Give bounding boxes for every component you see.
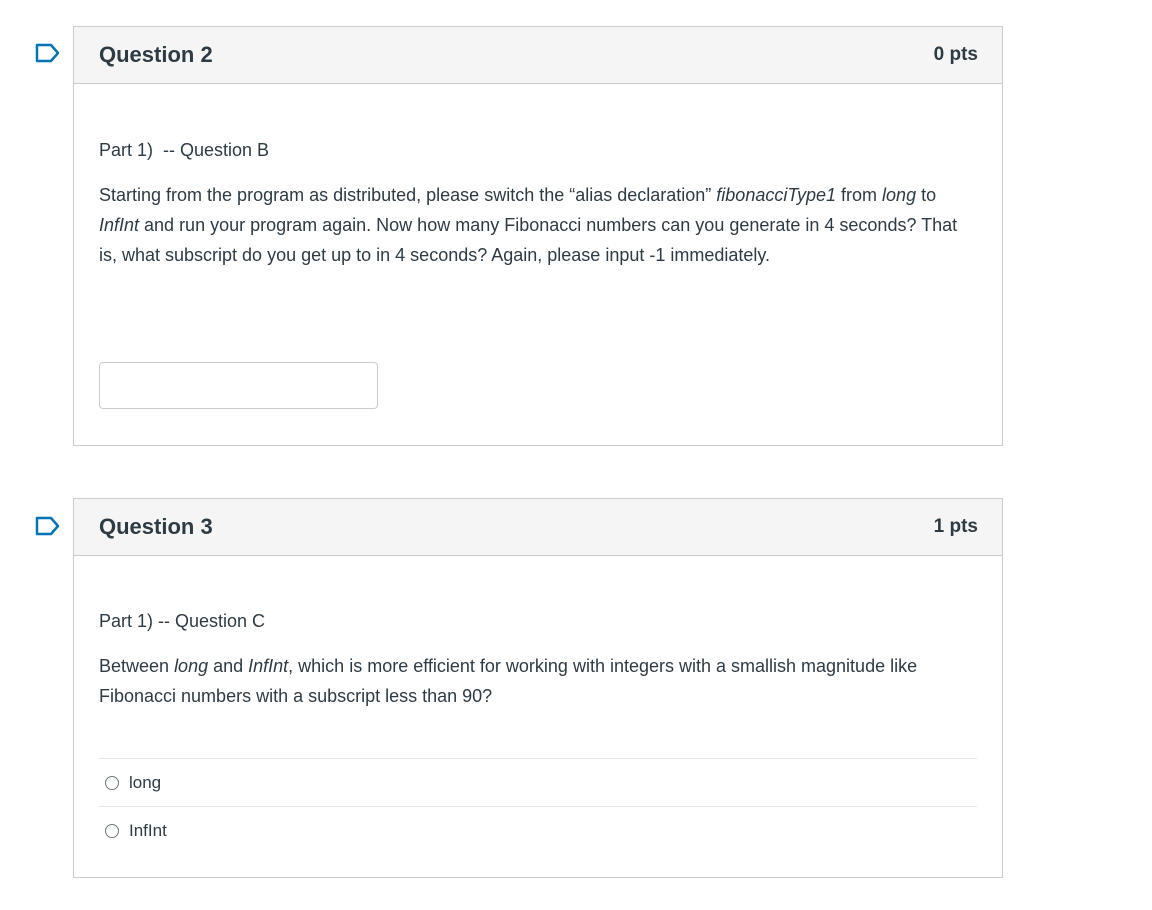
prompt-text: and [208,656,249,676]
answer-list: long InfInt [99,758,977,854]
prompt-text: Between [99,656,175,676]
prompt-emphasis: fibonacciType1 [716,185,837,205]
answer-option-infint[interactable]: InfInt [99,807,977,854]
prompt-emphasis: long [882,185,917,205]
prompt-text: from [836,185,883,205]
question-title: Question 3 [99,514,213,539]
numeric-answer-input[interactable] [99,362,378,409]
part-label: Part 1) -- Question C [99,611,266,631]
prompt-text: and run your program again. Now how many… [99,215,958,265]
flag-question-icon[interactable] [35,43,61,63]
radio-button-icon[interactable] [105,823,119,838]
question-title: Question 2 [99,42,213,67]
prompt-text: Starting from the program as distributed… [99,185,717,205]
part-label: Part 1) -- Question B [99,140,270,160]
prompt-emphasis: InfInt [99,215,140,235]
question-header: Question 2 0 pts [74,27,1002,84]
question-body: Part 1) -- Question C Between long and I… [74,556,1002,854]
answer-option-long[interactable]: long [99,759,977,807]
radio-button-icon[interactable] [105,775,119,790]
prompt-emphasis: InfInt [248,656,289,676]
question-points: 0 pts [933,44,978,65]
question-3: Question 3 1 pts Part 1) -- Question C B… [73,498,1003,878]
question-points: 1 pts [933,516,978,537]
question-header: Question 3 1 pts [74,499,1002,556]
answer-label: long [129,772,162,792]
prompt-text: to [916,185,937,205]
question-text: Part 1) -- Question B Starting from the … [99,84,977,270]
answer-label: InfInt [129,820,167,840]
flag-question-icon[interactable] [35,516,61,536]
question-2: Question 2 0 pts Part 1) -- Question B S… [73,26,1003,446]
prompt-emphasis: long [174,656,209,676]
question-body: Part 1) -- Question B Starting from the … [74,84,1002,409]
question-text: Part 1) -- Question C Between long and I… [99,556,977,711]
question-prompt: Between long and InfInt, which is more e… [99,651,977,711]
question-prompt: Starting from the program as distributed… [99,180,977,270]
